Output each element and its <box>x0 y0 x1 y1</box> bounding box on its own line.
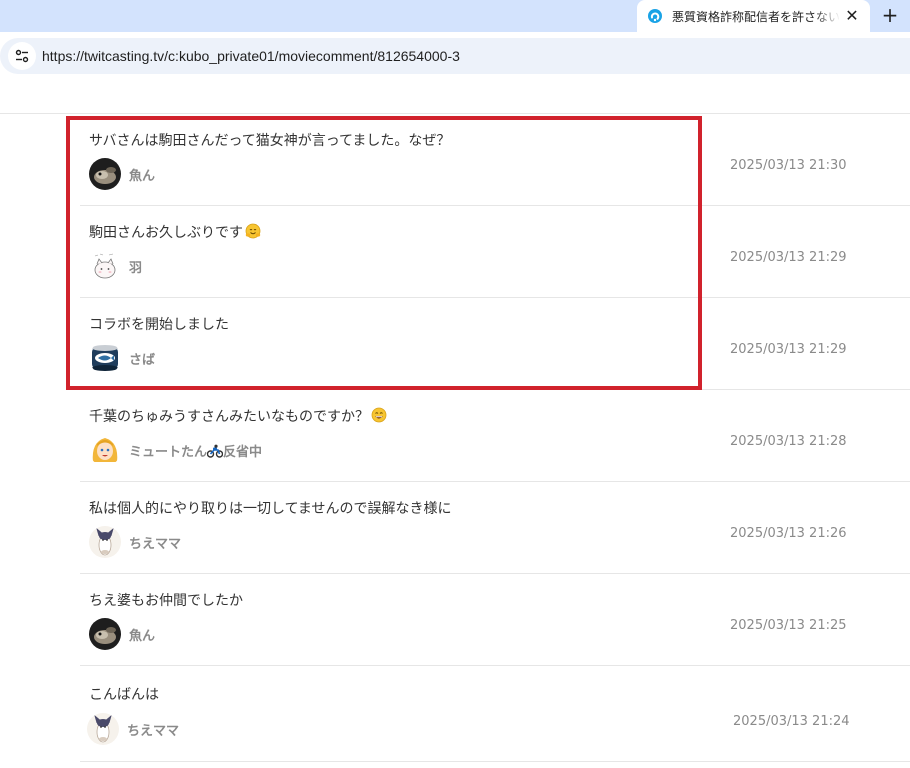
comment-date: 2025/03/13 21:24 <box>733 714 850 729</box>
comment-date: 2025/03/13 21:29 <box>730 342 847 357</box>
mackerel-can-avatar-icon[interactable] <box>89 342 121 374</box>
fish-avatar-icon[interactable] <box>89 158 121 190</box>
user-name[interactable]: 魚ん <box>129 165 155 184</box>
comment-text: コラボを開始しました <box>89 317 229 333</box>
twitcasting-favicon-icon <box>648 9 662 23</box>
comment-user[interactable]: ミュートたん 反省中 <box>89 434 262 466</box>
cat-sketch-avatar-icon[interactable] <box>89 250 121 282</box>
comment-text: こんばんは <box>89 687 159 703</box>
comment-text: サバさんは駒田さんだって猫女神が言ってました。なぜ？ <box>89 133 451 149</box>
comment-date: 2025/03/13 21:26 <box>730 526 847 541</box>
user-name[interactable]: 魚ん <box>129 625 155 644</box>
site-info-button[interactable] <box>8 42 36 70</box>
comment-item: 千葉のちゅみうすさんみたいなものですか？ ミュートたん 反省中 2025/03/1… <box>80 390 910 482</box>
comment-user[interactable]: 魚ん <box>89 158 155 190</box>
user-name[interactable]: ミュートたん 反省中 <box>129 441 262 460</box>
comment-date: 2025/03/13 21:29 <box>730 250 847 265</box>
comment-item: コラボを開始しました さば 2025/03/13 21:29 <box>80 298 910 390</box>
comment-item: こんばんは ちえママ 2025/03/13 21:24 <box>80 666 910 762</box>
url-text[interactable]: https://twitcasting.tv/c:kubo_private01/… <box>42 48 460 64</box>
cat-illustration-avatar-icon[interactable] <box>87 713 119 745</box>
tab-strip: 悪質資格詐称配信者を許さない！ ✕ + <box>0 0 910 32</box>
cat-illustration-avatar-icon[interactable] <box>89 526 121 558</box>
tab-title: 悪質資格詐称配信者を許さない！ <box>672 9 840 24</box>
new-tab-button[interactable]: + <box>877 4 903 28</box>
user-name-suffix: 反省中 <box>223 444 263 460</box>
comment-date: 2025/03/13 21:25 <box>730 618 847 633</box>
browser-tab[interactable]: 悪質資格詐称配信者を許さない！ ✕ <box>637 0 870 32</box>
hugging-face-emoji <box>245 223 261 239</box>
comment-item: 駒田さんお久しぶりです 羽 2025/03/13 21:29 <box>80 206 910 298</box>
comment-date: 2025/03/13 21:28 <box>730 434 847 449</box>
comment-text: 千葉のちゅみうすさんみたいなものですか？ <box>89 406 387 426</box>
comment-user[interactable]: 羽 <box>89 250 142 282</box>
fish-avatar-icon[interactable] <box>89 618 121 650</box>
comment-list: サバさんは駒田さんだって猫女神が言ってました。なぜ？ 魚ん 2025/03/13… <box>80 114 910 762</box>
comment-user[interactable]: さば <box>89 342 155 374</box>
comment-item: 私は個人的にやり取りは一切してませんので誤解なき様に ちえママ 2025/03/… <box>80 482 910 574</box>
comment-item: サバさんは駒田さんだって猫女神が言ってました。なぜ？ 魚ん 2025/03/13… <box>80 114 910 206</box>
user-name[interactable]: ちえママ <box>127 720 179 739</box>
comment-text: 駒田さんお久しぶりです <box>89 222 261 242</box>
user-name[interactable]: 羽 <box>129 257 142 276</box>
comment-text-body: 千葉のちゅみうすさんみたいなものですか？ <box>89 409 369 425</box>
motorcycle-icon <box>206 444 224 458</box>
comment-user[interactable]: ちえママ <box>87 713 179 745</box>
comment-item: ちえ婆もお仲間でしたか 魚ん 2025/03/13 21:25 <box>80 574 910 666</box>
comment-user[interactable]: ちえママ <box>89 526 181 558</box>
user-name[interactable]: ちえママ <box>129 533 181 552</box>
tab-close-icon[interactable]: ✕ <box>844 8 860 24</box>
user-name[interactable]: さば <box>129 349 155 368</box>
comment-date: 2025/03/13 21:30 <box>730 158 847 173</box>
grinning-face-emoji <box>371 407 387 423</box>
comment-text: 私は個人的にやり取りは一切してませんので誤解なき様に <box>89 501 452 517</box>
address-bar[interactable]: https://twitcasting.tv/c:kubo_private01/… <box>0 38 910 74</box>
comment-text-body: 駒田さんお久しぶりです <box>89 225 243 241</box>
blonde-girl-avatar-icon[interactable] <box>89 434 121 466</box>
comment-user[interactable]: 魚ん <box>89 618 155 650</box>
browser-toolbar: https://twitcasting.tv/c:kubo_private01/… <box>0 32 910 82</box>
comment-text: ちえ婆もお仲間でしたか <box>89 593 243 609</box>
tune-icon <box>15 49 29 63</box>
user-name-text: ミュートたん <box>129 444 208 460</box>
